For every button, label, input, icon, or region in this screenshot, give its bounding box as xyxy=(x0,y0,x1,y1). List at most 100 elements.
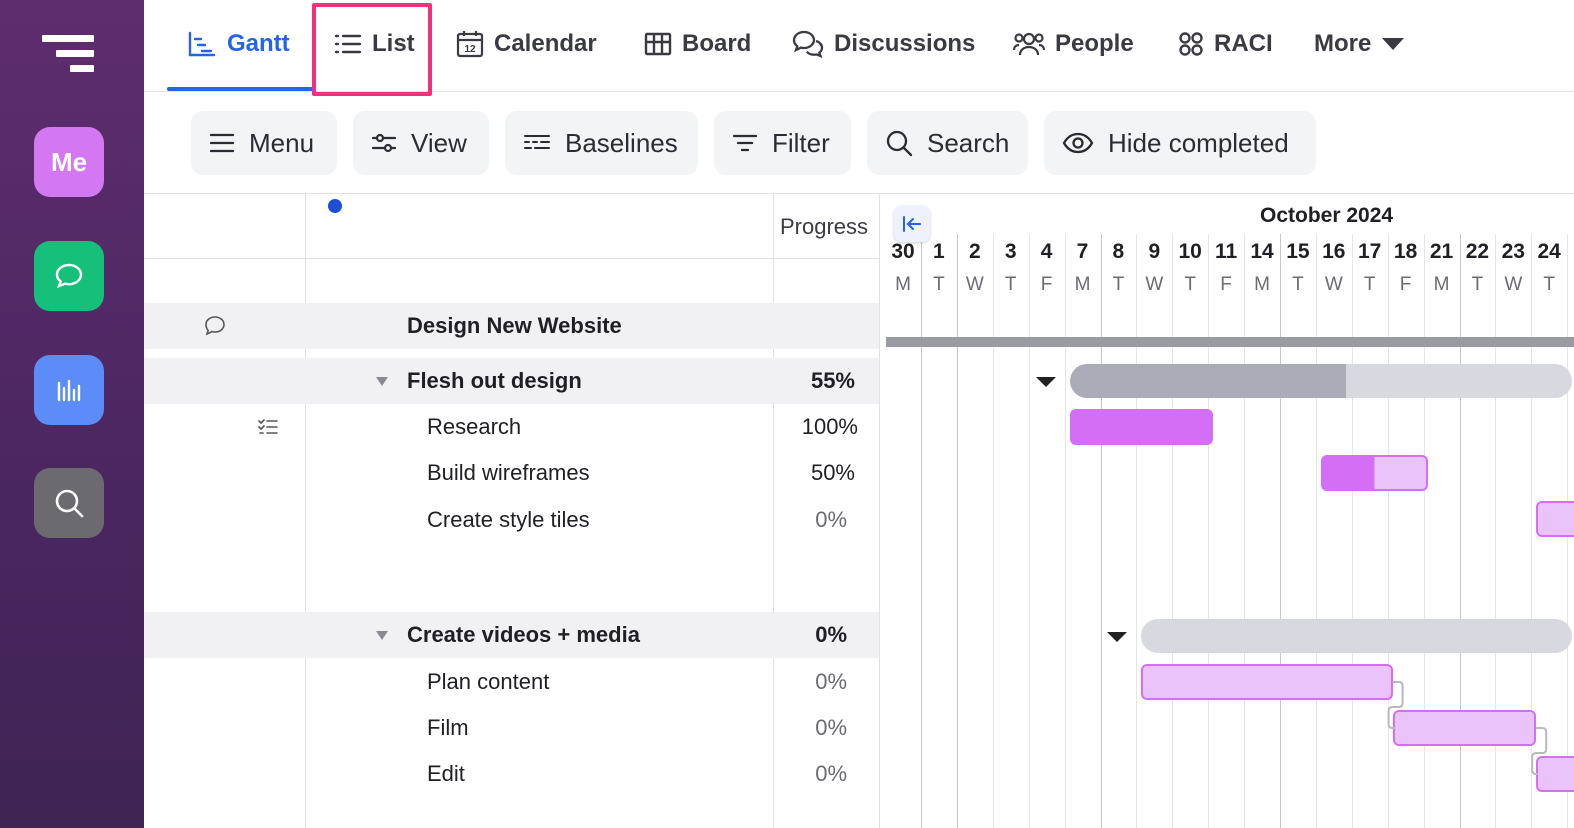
task-row[interactable]: Build wireframes 50% xyxy=(144,450,879,496)
day-gridline xyxy=(1387,234,1389,828)
group-name: Flesh out design xyxy=(407,368,582,393)
timeline-weekday: T xyxy=(933,274,945,295)
timeline-day: 11 xyxy=(1214,240,1238,263)
task-progress: 0% xyxy=(815,715,847,740)
task-progress: 0% xyxy=(815,669,847,694)
task-name: Plan content xyxy=(427,669,550,694)
filter-button[interactable]: Filter xyxy=(714,111,851,175)
group-row[interactable]: Create videos + media 0% xyxy=(144,612,879,658)
group-caret-icon[interactable] xyxy=(1035,377,1056,387)
timeline-weekday: T xyxy=(1184,274,1196,295)
view-button-label: View xyxy=(411,127,467,158)
timeline-weekday: W xyxy=(1145,274,1164,295)
tab-more[interactable]: More xyxy=(1314,24,1405,64)
menu-button[interactable]: Menu xyxy=(191,111,337,175)
collapse-grid-button[interactable] xyxy=(894,206,930,242)
group-row[interactable]: Flesh out design 55% xyxy=(144,358,879,404)
timeline-day: 16 xyxy=(1322,240,1346,263)
group-name: Create videos + media xyxy=(407,622,640,647)
project-row[interactable]: Design New Website xyxy=(144,303,879,349)
hide-completed-button[interactable]: Hide completed xyxy=(1044,111,1316,175)
app-rail: Me xyxy=(0,0,144,828)
baselines-button-label: Baselines xyxy=(565,127,678,158)
gantt-toolbar: Menu View Baselines Filter Search Hide c… xyxy=(144,92,1574,213)
task-row[interactable]: Create style tiles 0% xyxy=(144,497,879,543)
project-summary-bar xyxy=(886,337,1574,347)
view-tabs: Gantt List 12 Calendar Board Discussions… xyxy=(144,0,1574,96)
day-gridline xyxy=(1100,234,1102,828)
day-gridline xyxy=(1172,234,1174,828)
task-bar[interactable] xyxy=(1069,409,1214,445)
me-button[interactable]: Me xyxy=(34,127,104,197)
task-row[interactable]: Film 0% xyxy=(144,705,879,751)
tab-gantt[interactable]: Gantt xyxy=(187,24,290,64)
timeline-day: 9 xyxy=(1148,240,1161,263)
day-gridline xyxy=(1028,234,1030,828)
timeline-day: 4 xyxy=(1040,240,1053,263)
tab-label: Calendar xyxy=(494,30,597,57)
menu-button-label: Menu xyxy=(249,127,315,158)
bar-chart-icon xyxy=(57,379,81,402)
progress-column-header[interactable]: Progress xyxy=(780,214,868,240)
task-bar[interactable] xyxy=(1141,664,1393,700)
timeline-day: 24 xyxy=(1537,240,1561,263)
timeline-weekday: T xyxy=(1543,274,1555,295)
people-icon xyxy=(1013,32,1045,56)
gantt-icon xyxy=(188,31,216,57)
timeline-day: 15 xyxy=(1286,240,1310,263)
timeline-day: 30 xyxy=(891,240,915,263)
baselines-button[interactable]: Baselines xyxy=(505,111,698,175)
task-row[interactable]: Plan content 0% xyxy=(144,659,879,705)
task-name: Research xyxy=(427,414,522,439)
timeline-day: 21 xyxy=(1429,240,1454,263)
task-bar[interactable] xyxy=(1320,455,1429,491)
filter-button-label: Filter xyxy=(772,127,830,158)
sliders-icon xyxy=(371,133,397,153)
task-progress: 100% xyxy=(801,414,858,439)
timeline-day: 14 xyxy=(1250,240,1274,263)
reports-button[interactable] xyxy=(34,355,104,425)
raci-icon xyxy=(1179,32,1203,56)
timeline-day: 3 xyxy=(1004,240,1017,263)
task-name: Film xyxy=(427,715,469,740)
day-gridline xyxy=(1315,234,1317,828)
timeline-day: 22 xyxy=(1465,240,1490,263)
group-bar[interactable] xyxy=(1069,364,1573,398)
collapse-caret-icon[interactable] xyxy=(376,631,388,640)
search-button[interactable]: Search xyxy=(867,111,1028,175)
day-gridline xyxy=(1064,234,1066,828)
timeline-weekday: F xyxy=(1040,274,1053,295)
chat-button[interactable] xyxy=(34,241,104,311)
tab-people[interactable]: People xyxy=(1013,24,1134,64)
tab-calendar[interactable]: 12 Calendar xyxy=(456,24,597,64)
timeline-day: 2 xyxy=(968,240,981,263)
search-icon xyxy=(886,130,913,157)
comment-icon[interactable] xyxy=(204,315,226,337)
tab-label: Board xyxy=(682,30,752,57)
task-row[interactable]: Research 100% xyxy=(144,404,879,450)
tab-board[interactable]: Board xyxy=(644,24,751,64)
view-button[interactable]: View xyxy=(353,111,489,175)
tab-label: People xyxy=(1055,30,1134,57)
task-progress: 50% xyxy=(810,460,855,485)
tab-discussions[interactable]: Discussions xyxy=(792,24,975,64)
task-row[interactable]: Edit 0% xyxy=(144,751,879,797)
tab-raci[interactable]: RACI xyxy=(1178,24,1273,64)
tab-label: Discussions xyxy=(834,30,976,57)
calendar-icon: 12 xyxy=(456,31,484,58)
group-bar[interactable] xyxy=(1141,619,1573,653)
hamburger-icon xyxy=(209,133,235,153)
checklist-icon[interactable] xyxy=(258,418,278,436)
timeline-weekday: W xyxy=(1504,274,1523,295)
task-bar[interactable] xyxy=(1536,756,1574,792)
task-bar[interactable] xyxy=(1392,710,1537,746)
day-gridline xyxy=(1208,234,1210,828)
chat-bubble-icon xyxy=(55,263,83,289)
app-logo-icon[interactable] xyxy=(42,35,96,73)
hide-completed-label: Hide completed xyxy=(1108,127,1289,158)
task-bar[interactable] xyxy=(1536,501,1574,537)
group-caret-icon[interactable] xyxy=(1107,632,1128,642)
collapse-caret-icon[interactable] xyxy=(376,377,388,386)
global-search-button[interactable] xyxy=(34,468,104,538)
collapse-left-icon xyxy=(903,216,921,232)
